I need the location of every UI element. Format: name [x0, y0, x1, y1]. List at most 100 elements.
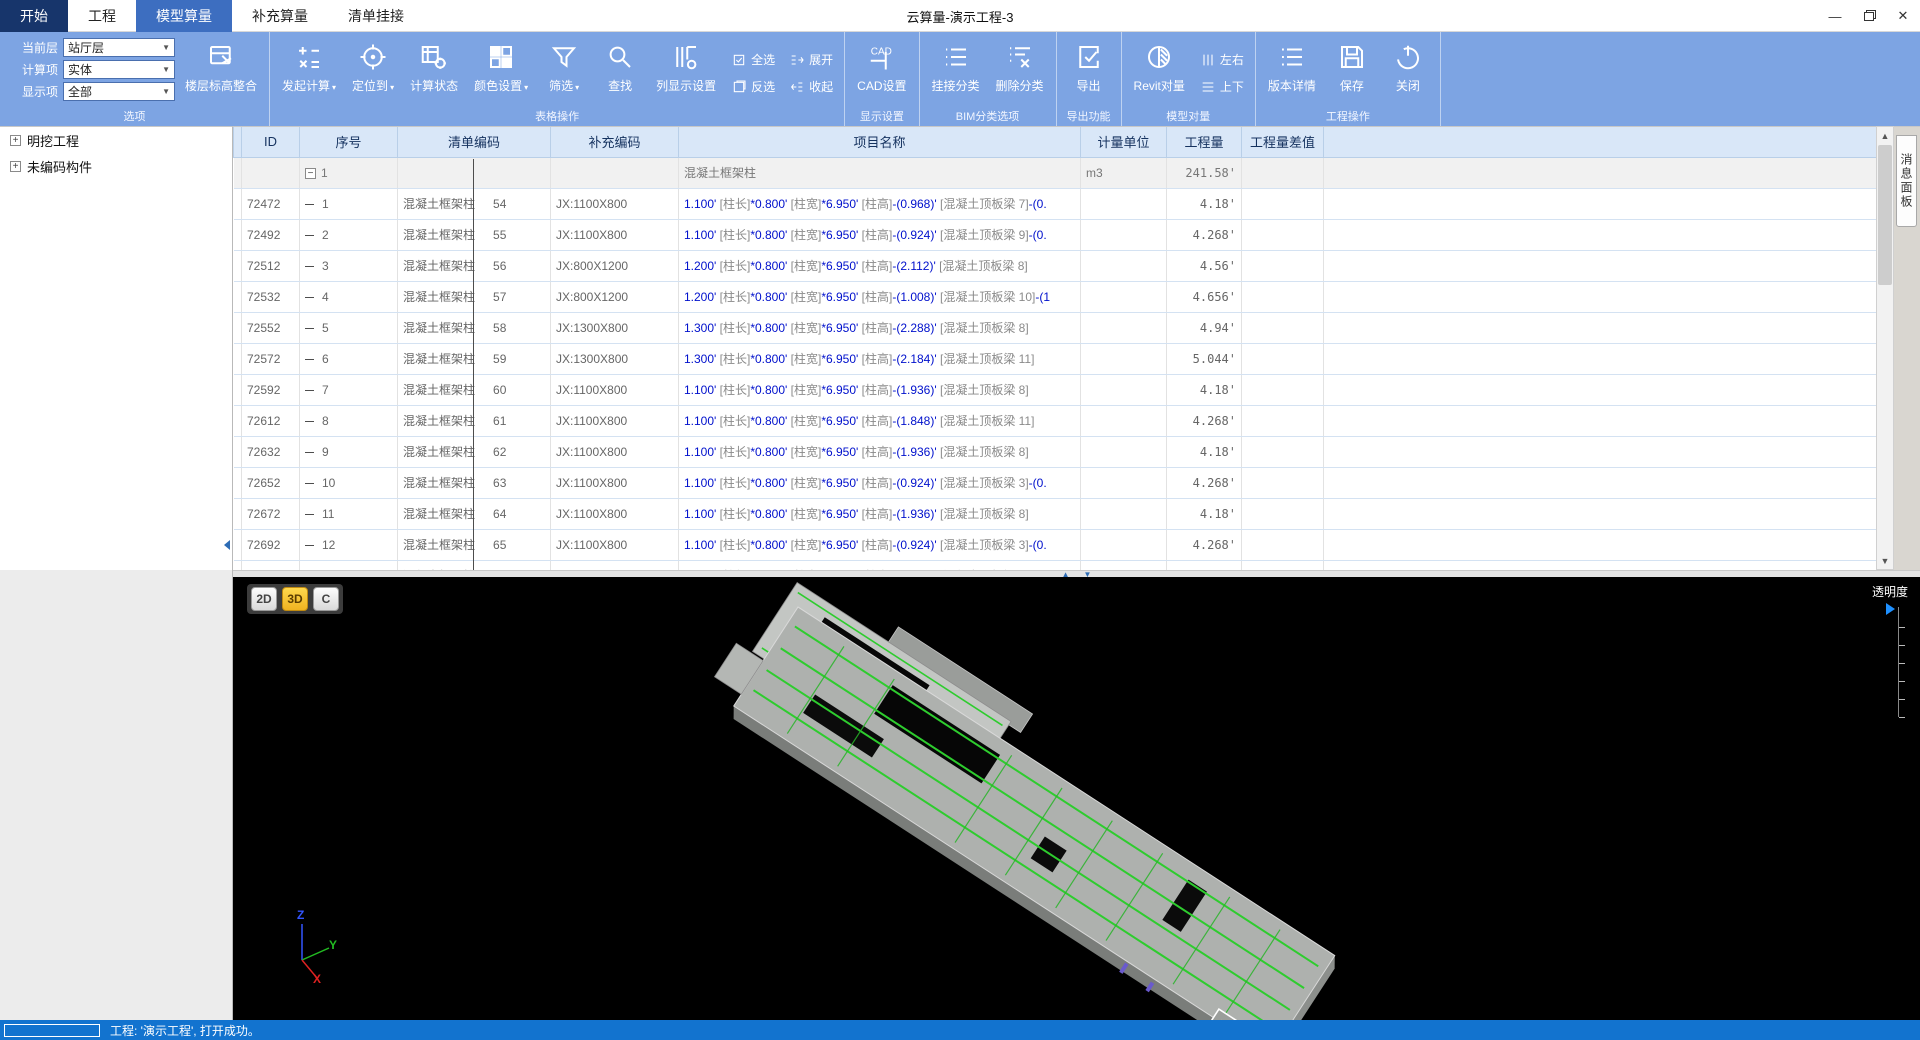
button-上下[interactable]: 上下: [1197, 76, 1247, 97]
model-viewport[interactable]: 2D3DC Z Y X 透明度: [233, 577, 1920, 1020]
button-计算状态[interactable]: 计算状态: [404, 36, 464, 110]
cell-formula: 1.200' [柱长]*0.800' [柱宽]*6.950' [柱高]-(1.0…: [679, 281, 1081, 312]
collapse-minus-icon[interactable]: −: [305, 168, 316, 179]
button-挂接分类[interactable]: 挂接分类: [926, 36, 986, 110]
formula-fragment: [柱高]: [862, 507, 893, 521]
button-定位到[interactable]: 定位到▾: [346, 36, 400, 110]
column-header-清单编码[interactable]: 清单编码: [398, 127, 551, 157]
color-grid-icon: [484, 40, 518, 74]
button-筛选[interactable]: 筛选▾: [538, 36, 590, 110]
cell-diff: [1242, 560, 1324, 570]
button-反选[interactable]: 反选: [728, 76, 778, 97]
column-header-工程量差值[interactable]: 工程量差值: [1242, 127, 1324, 157]
button-版本详情[interactable]: 版本详情: [1262, 36, 1322, 110]
tab-模型算量[interactable]: 模型算量: [136, 0, 232, 32]
ribbon-group-表格操作: 发起计算▾定位到▾计算状态颜色设置▾筛选▾查找列显示设置全选反选展开收起表格操作: [270, 32, 845, 126]
formula-fragment: [柱长]: [720, 507, 751, 521]
view-button-2D[interactable]: 2D: [251, 587, 277, 611]
table-row[interactable]: 725726混凝土框架柱59JX:1300X8001.300' [柱长]*0.8…: [234, 343, 1877, 374]
button-列显示设置[interactable]: 列显示设置: [650, 36, 722, 110]
option-row-current-floor: 当前层站厅层▼: [6, 38, 175, 57]
formula-fragment: *0.800': [750, 197, 790, 211]
button-Revit对量[interactable]: Revit对量: [1128, 36, 1191, 110]
sidebar-item-明挖工程[interactable]: +明挖工程: [0, 127, 232, 153]
button-楼层标高整合[interactable]: 楼层标高整合: [179, 36, 263, 110]
column-header-计量单位[interactable]: 计量单位: [1081, 127, 1167, 157]
button-展开[interactable]: 展开: [786, 49, 836, 70]
progress-box: [4, 1024, 100, 1037]
table-vertical-scrollbar[interactable]: ▲ ▼: [1876, 126, 1894, 570]
button-label: 导出: [1077, 77, 1101, 94]
display-item-select[interactable]: 全部▼: [63, 82, 175, 101]
column-header-序号[interactable]: 序号: [300, 127, 398, 157]
button-全选[interactable]: 全选: [728, 49, 778, 70]
button-左右[interactable]: 左右: [1197, 49, 1247, 70]
button-保存[interactable]: 保存: [1326, 36, 1378, 110]
table-row[interactable]: 725927混凝土框架柱60JX:1100X8001.100' [柱长]*0.8…: [234, 374, 1877, 405]
table-group-row[interactable]: −1混凝土框架柱m3241.58': [234, 157, 1877, 188]
button-导出[interactable]: 导出: [1063, 36, 1115, 110]
transparency-track[interactable]: [1898, 607, 1899, 717]
tab-开始[interactable]: 开始: [0, 0, 68, 32]
table-row[interactable]: 7271213混凝土框架柱66JX:1100X8001.100' [柱长]*0.…: [234, 560, 1877, 570]
tab-清单挂接[interactable]: 清单挂接: [328, 0, 424, 32]
view-button-3D[interactable]: 3D: [282, 587, 308, 611]
tree-branch-line: [305, 452, 314, 453]
ribbon-group-导出功能: 导出导出功能: [1057, 32, 1122, 126]
cell-blank: [234, 374, 242, 405]
table-row[interactable]: 724922混凝土框架柱55JX:1100X8001.100' [柱长]*0.8…: [234, 219, 1877, 250]
scrollbar-thumb[interactable]: [1878, 145, 1892, 285]
ribbon-group-显示设置: CADCAD设置显示设置: [845, 32, 919, 126]
button-删除分类[interactable]: 删除分类: [990, 36, 1050, 110]
scroll-down-icon[interactable]: ▼: [1877, 552, 1893, 569]
horizontal-splitter[interactable]: ▲ ▼: [233, 570, 1920, 577]
table-row[interactable]: 7265210混凝土框架柱63JX:1100X8001.100' [柱长]*0.…: [234, 467, 1877, 498]
table-row[interactable]: 726329混凝土框架柱62JX:1100X8001.100' [柱长]*0.8…: [234, 436, 1877, 467]
cell-seq: 9: [300, 436, 398, 467]
cell-seq: 7: [300, 374, 398, 405]
minimize-button[interactable]: —: [1818, 0, 1852, 32]
table-row[interactable]: 725525混凝土框架柱58JX:1300X8001.300' [柱长]*0.8…: [234, 312, 1877, 343]
table-row[interactable]: 724721混凝土框架柱54JX:1100X8001.100' [柱长]*0.8…: [234, 188, 1877, 219]
scroll-up-icon[interactable]: ▲: [1877, 127, 1893, 144]
button-查找[interactable]: 查找: [594, 36, 646, 110]
tab-补充算量[interactable]: 补充算量: [232, 0, 328, 32]
button-颜色设置[interactable]: 颜色设置▾: [468, 36, 534, 110]
calc-item-select[interactable]: 实体▼: [63, 60, 175, 79]
formula-fragment: 1.100': [684, 383, 720, 397]
collapse-left-panel-icon[interactable]: [224, 540, 230, 550]
button-关闭[interactable]: 关闭: [1382, 36, 1434, 110]
tree-branch-line: [305, 297, 314, 298]
code-number: 63: [493, 476, 506, 490]
sidebar-item-未编码构件[interactable]: +未编码构件: [0, 153, 232, 179]
tab-message-panel[interactable]: 消息面板: [1896, 135, 1917, 227]
formula-fragment: [混凝土顶板梁 8]: [940, 321, 1029, 335]
current-floor-label: 当前层: [6, 39, 58, 56]
table-row[interactable]: 725123混凝土框架柱56JX:800X12001.200' [柱长]*0.8…: [234, 250, 1877, 281]
formula-fragment: [柱长]: [720, 259, 751, 273]
table-row[interactable]: 7267211混凝土框架柱64JX:1100X8001.100' [柱长]*0.…: [234, 498, 1877, 529]
tab-工程[interactable]: 工程: [68, 0, 136, 32]
table-row[interactable]: 726128混凝土框架柱61JX:1100X8001.100' [柱长]*0.8…: [234, 405, 1877, 436]
maximize-button[interactable]: [1852, 0, 1886, 32]
view-mode-buttons: 2D3DC: [247, 584, 343, 614]
table-row[interactable]: 725324混凝土框架柱57JX:800X12001.200' [柱长]*0.8…: [234, 281, 1877, 312]
cell-qty: 4.268': [1167, 405, 1242, 436]
button-CAD设置[interactable]: CADCAD设置: [851, 36, 912, 110]
code-name: 混凝土框架柱: [403, 414, 475, 428]
current-floor-select[interactable]: 站厅层▼: [63, 38, 175, 57]
table-row[interactable]: 7269212混凝土框架柱65JX:1100X8001.100' [柱长]*0.…: [234, 529, 1877, 560]
column-header-补充编码[interactable]: 补充编码: [551, 127, 679, 157]
column-header-ID[interactable]: ID: [242, 127, 300, 157]
button-发起计算[interactable]: 发起计算▾: [276, 36, 342, 110]
cell-code: 混凝土框架柱62: [398, 436, 551, 467]
transparency-slider-handle[interactable]: [1886, 603, 1895, 615]
column-header-项目名称[interactable]: 项目名称: [679, 127, 1081, 157]
formula-fragment: 1.300': [684, 321, 720, 335]
view-button-C[interactable]: C: [313, 587, 339, 611]
cell-blank: [234, 560, 242, 570]
column-header-工程量[interactable]: 工程量: [1167, 127, 1242, 157]
option-row-display-item: 显示项全部▼: [6, 82, 175, 101]
button-收起[interactable]: 收起: [786, 76, 836, 97]
close-button[interactable]: ✕: [1886, 0, 1920, 32]
